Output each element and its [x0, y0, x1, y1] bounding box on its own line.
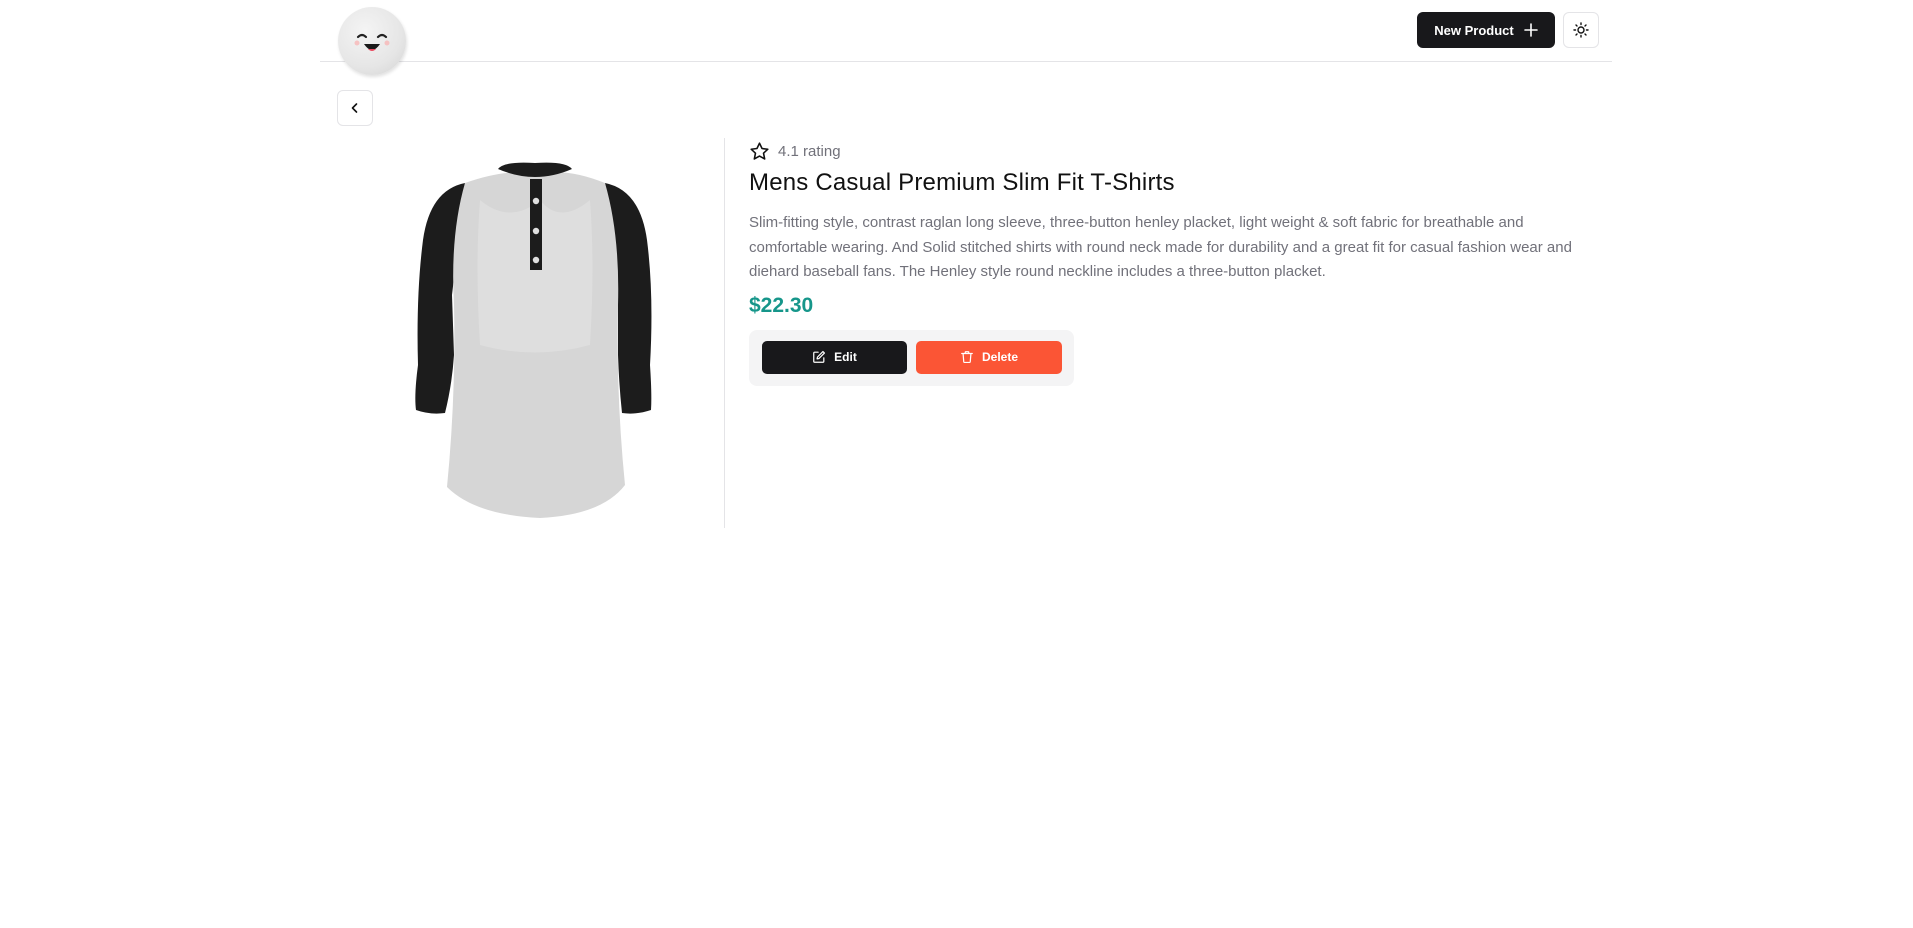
product-details: 4.1 rating Mens Casual Premium Slim Fit … — [749, 140, 1609, 386]
vertical-divider — [724, 138, 725, 528]
smiley-face-icon — [354, 33, 390, 51]
top-header: New Product — [320, 0, 1612, 75]
chevron-left-icon — [351, 103, 358, 113]
new-product-label: New Product — [1434, 22, 1514, 38]
trash-icon — [961, 351, 973, 364]
edit-label: Edit — [834, 350, 857, 364]
sun-icon — [1573, 22, 1589, 38]
delete-label: Delete — [981, 350, 1019, 364]
action-bar: Edit Delete — [749, 329, 1074, 386]
edit-button[interactable]: Edit — [762, 340, 907, 374]
delete-button[interactable]: Delete — [916, 340, 1062, 374]
product-description: Slim-fitting style, contrast raglan long… — [749, 214, 1572, 280]
rating-text: 4.1 rating — [778, 142, 841, 160]
back-button[interactable] — [337, 90, 373, 126]
product-title: Mens Casual Premium Slim Fit T-Shirts — [749, 169, 1175, 196]
plus-icon — [1523, 23, 1538, 37]
henley-shirt-image — [415, 162, 652, 519]
product-price: $22.30 — [749, 293, 814, 317]
rating-row: 4.1 rating — [749, 140, 1609, 162]
logo-avatar[interactable] — [338, 7, 406, 75]
page-container: New Product 4.1 rating Mens Casual Premi… — [320, 0, 1612, 928]
new-product-button[interactable]: New Product — [1417, 12, 1555, 48]
product-image — [390, 145, 680, 525]
pencil-square-icon — [813, 350, 826, 363]
star-icon — [750, 141, 769, 160]
theme-toggle-button[interactable] — [1563, 12, 1599, 48]
